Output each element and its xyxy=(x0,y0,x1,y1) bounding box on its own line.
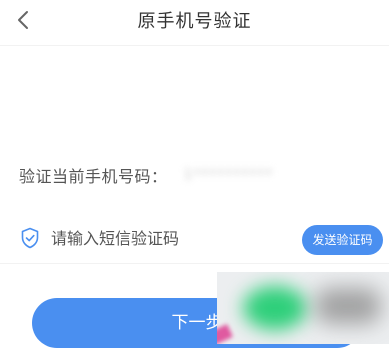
overlay-gray-blob xyxy=(315,288,381,324)
code-divider xyxy=(0,263,389,264)
shield-check-icon xyxy=(21,227,39,249)
sms-code-input[interactable] xyxy=(51,223,291,253)
navigation-bar: 原手机号验证 xyxy=(0,0,389,44)
nav-divider xyxy=(0,45,389,46)
overlay-green-blob xyxy=(243,286,307,330)
current-phone-value: 1********** xyxy=(183,167,274,183)
overlay-pink-mark xyxy=(217,324,233,344)
current-phone-row: 验证当前手机号码： 1********** xyxy=(19,162,273,188)
current-phone-label: 验证当前手机号码： xyxy=(19,167,168,186)
sms-code-row: 发送验证码 xyxy=(0,220,389,264)
send-code-button[interactable]: 发送验证码 xyxy=(302,225,383,255)
blurred-overlay xyxy=(217,272,389,344)
page-title: 原手机号验证 xyxy=(137,11,252,32)
